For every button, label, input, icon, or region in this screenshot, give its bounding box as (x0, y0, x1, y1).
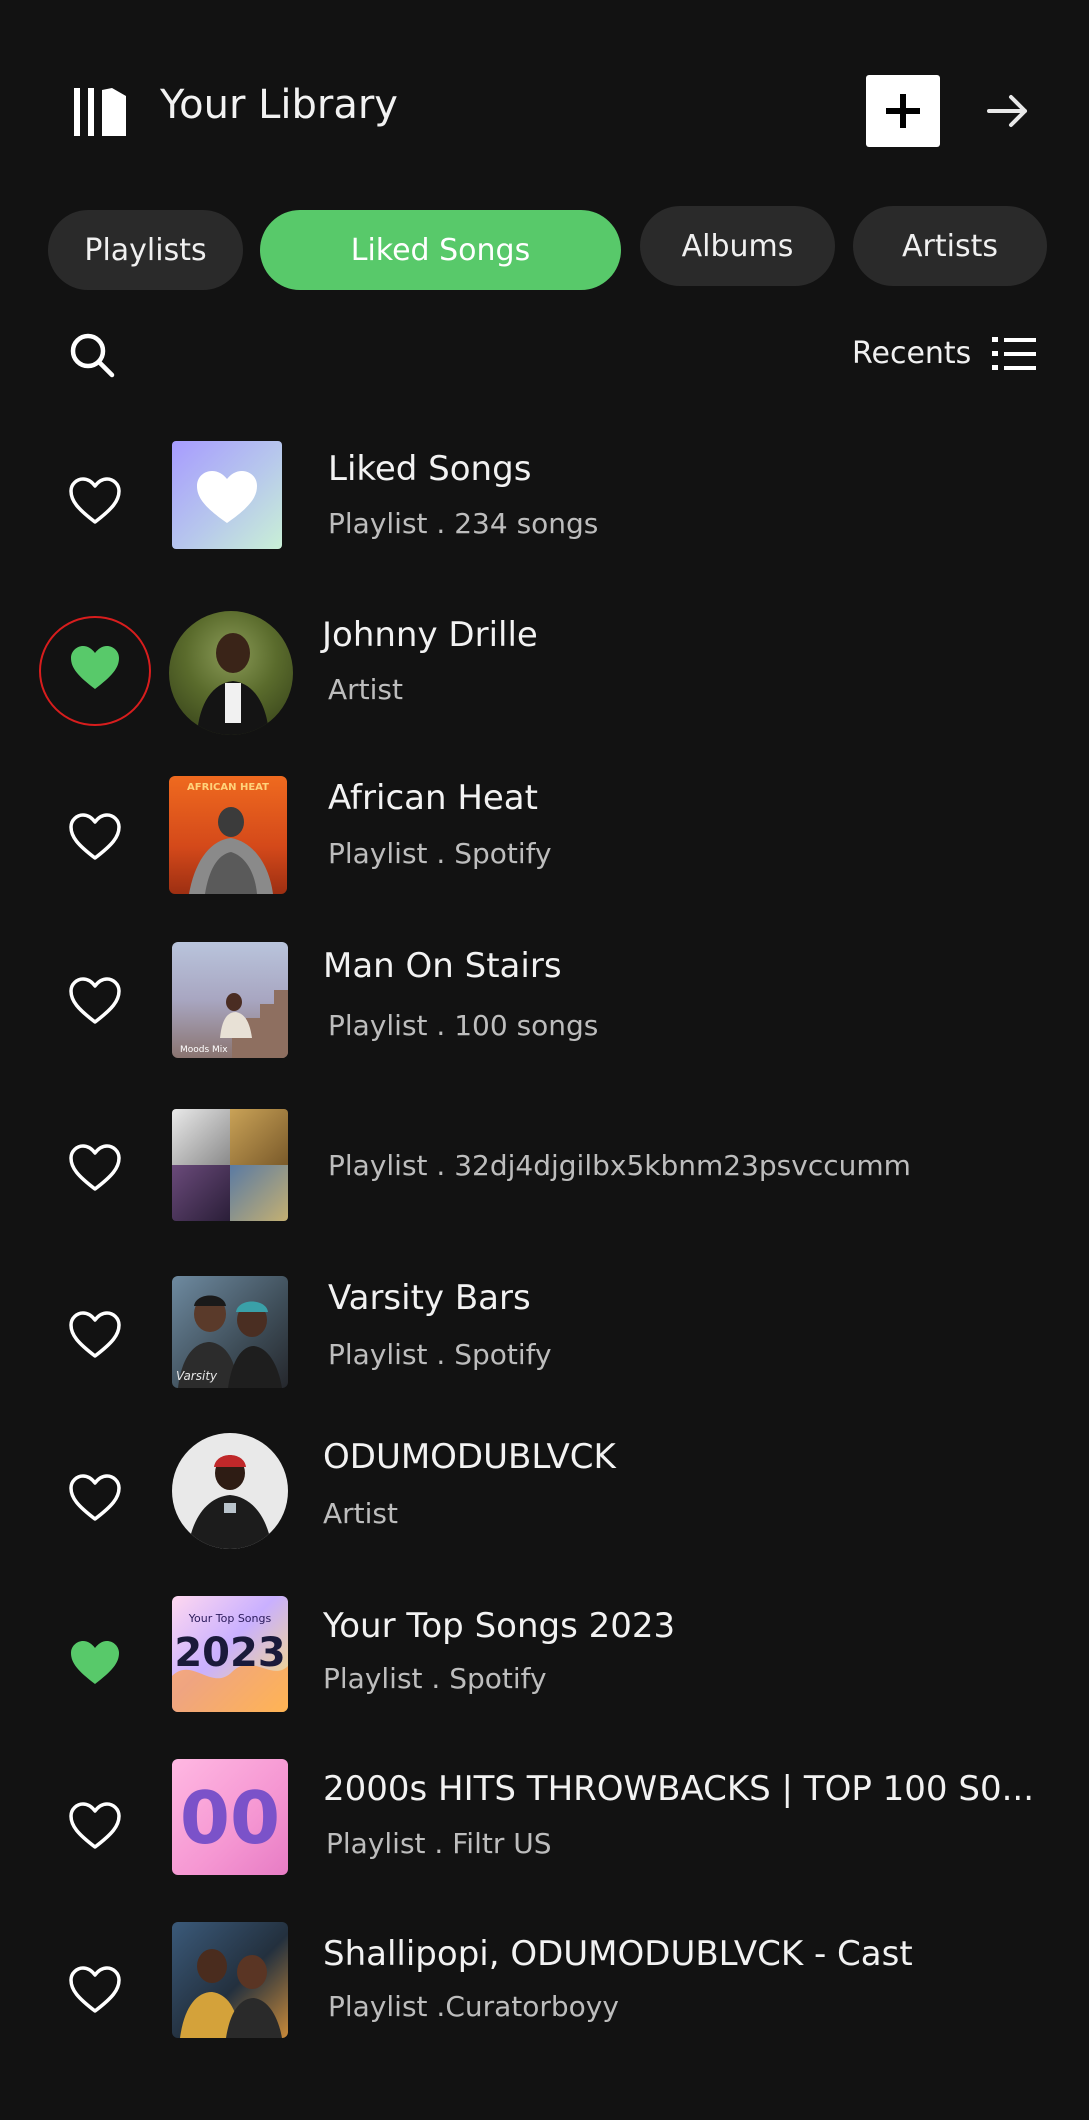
item-subtitle: Playlist . 234 songs (328, 507, 599, 540)
page-title: Your Library (160, 82, 398, 128)
top-songs-2023-artwork: Your Top Songs 2023 (172, 1596, 288, 1712)
item-title: Man On Stairs (323, 946, 562, 986)
chip-liked-songs[interactable]: Liked Songs (260, 210, 621, 290)
heart-outline-icon[interactable] (68, 1143, 122, 1193)
item-title: Liked Songs (328, 449, 532, 489)
heart-icon (197, 471, 257, 523)
list-item[interactable]: 00 2000s HITS THROWBACKS | TOP 100 S0...… (0, 1755, 1089, 1905)
collage-tile (172, 1165, 230, 1221)
chip-label: Albums (681, 228, 794, 264)
heart-outline-icon[interactable] (68, 1473, 122, 1523)
arrow-right-icon[interactable] (985, 88, 1031, 134)
item-title: Johnny Drille (322, 615, 538, 655)
heart-filled-icon[interactable] (68, 643, 122, 693)
item-subtitle: Playlist .Curatorboyy (328, 1990, 619, 2023)
artwork-figure (180, 1949, 282, 2038)
artist-figure (197, 633, 269, 735)
artwork-text: AFRICAN HEAT (187, 782, 269, 793)
shallipopi-artwork (172, 1922, 288, 2038)
artwork-text: Varsity (176, 1369, 218, 1383)
chip-label: Playlists (84, 232, 207, 268)
playlist-collage-artwork (172, 1109, 288, 1221)
collage-tile (172, 1109, 230, 1165)
list-item[interactable]: Shallipopi, ODUMODUBLVCK - Cast Playlist… (0, 1920, 1089, 2070)
item-subtitle: Playlist . 100 songs (328, 1009, 599, 1042)
search-icon[interactable] (68, 331, 116, 379)
2000s-hits-artwork: 00 (172, 1759, 288, 1875)
heart-filled-icon[interactable] (68, 1638, 122, 1688)
list-item[interactable]: Johnny Drille Artist (0, 595, 1089, 745)
artwork-text: 00 (180, 1776, 280, 1860)
chip-albums[interactable]: Albums (640, 206, 835, 286)
varsity-bars-artwork: Varsity (172, 1276, 288, 1388)
item-title: Shallipopi, ODUMODUBLVCK - Cast (323, 1934, 913, 1974)
artwork-graphic: 00 (180, 1776, 280, 1860)
item-subtitle: Playlist . Spotify (328, 837, 552, 870)
chip-artists[interactable]: Artists (853, 206, 1047, 286)
artwork-text: Your Top Songs (188, 1612, 272, 1625)
chip-label: Artists (902, 228, 998, 264)
man-on-stairs-artwork: Moods Mix (172, 942, 288, 1058)
item-subtitle: Playlist . 32dj4djgilbx5kbnm23psvccumm (328, 1149, 911, 1182)
plus-icon (886, 94, 920, 128)
library-screen: Your Library Playlists Liked Songs Album… (0, 0, 1089, 2120)
create-button[interactable] (866, 75, 940, 147)
artwork-figure: AFRICAN HEAT (187, 782, 273, 894)
collage-tile (230, 1165, 288, 1221)
list-item[interactable]: Moods Mix Man On Stairs Playlist . 100 s… (0, 930, 1089, 1080)
item-title: Your Top Songs 2023 (323, 1606, 676, 1646)
list-item[interactable]: Varsity Varsity Bars Playlist . Spotify (0, 1262, 1089, 1412)
item-subtitle: Playlist . Spotify (323, 1662, 547, 1695)
heart-outline-icon[interactable] (68, 812, 122, 862)
item-title: 2000s HITS THROWBACKS | TOP 100 S0... (323, 1769, 1034, 1809)
artwork-figure: Varsity (176, 1295, 282, 1388)
list-item[interactable]: AFRICAN HEAT African Heat Playlist . Spo… (0, 762, 1089, 912)
list-item[interactable]: ODUMODUBLVCK Artist (0, 1425, 1089, 1575)
item-subtitle: Artist (323, 1497, 398, 1530)
library-header: Your Library (0, 0, 1089, 200)
item-subtitle: Playlist . Spotify (328, 1338, 552, 1371)
heart-outline-icon[interactable] (68, 476, 122, 526)
item-title: Varsity Bars (328, 1278, 531, 1318)
liked-songs-artwork (172, 441, 282, 549)
heart-outline-icon[interactable] (68, 1801, 122, 1851)
item-title: African Heat (328, 778, 538, 818)
artwork-year: 2023 (174, 1630, 285, 1676)
artist-figure (188, 1455, 272, 1549)
item-subtitle: Artist (328, 673, 403, 706)
odumodublvck-avatar (172, 1433, 288, 1549)
sort-recents[interactable]: Recents (852, 334, 971, 374)
chip-label: Liked Songs (350, 232, 531, 268)
heart-outline-icon[interactable] (68, 1965, 122, 2015)
list-item[interactable]: Playlist . 32dj4djgilbx5kbnm23psvccumm (0, 1097, 1089, 1247)
list-item[interactable]: Liked Songs Playlist . 234 songs (0, 425, 1089, 575)
johnny-drille-avatar (169, 611, 293, 735)
item-title: ODUMODUBLVCK (323, 1437, 616, 1477)
chip-playlists[interactable]: Playlists (48, 210, 243, 290)
list-item[interactable]: Your Top Songs 2023 Your Top Songs 2023 … (0, 1590, 1089, 1740)
list-view-icon[interactable] (992, 334, 1036, 374)
heart-outline-icon[interactable] (68, 976, 122, 1026)
african-heat-artwork: AFRICAN HEAT (169, 776, 287, 894)
artwork-figure: Moods Mix (180, 990, 288, 1058)
artwork-graphic: Your Top Songs 2023 (172, 1612, 288, 1712)
collage-tile (230, 1109, 288, 1165)
item-subtitle: Playlist . Filtr US (326, 1827, 552, 1860)
artwork-text: Moods Mix (180, 1045, 228, 1055)
heart-outline-icon[interactable] (68, 1310, 122, 1360)
library-icon (74, 88, 126, 136)
